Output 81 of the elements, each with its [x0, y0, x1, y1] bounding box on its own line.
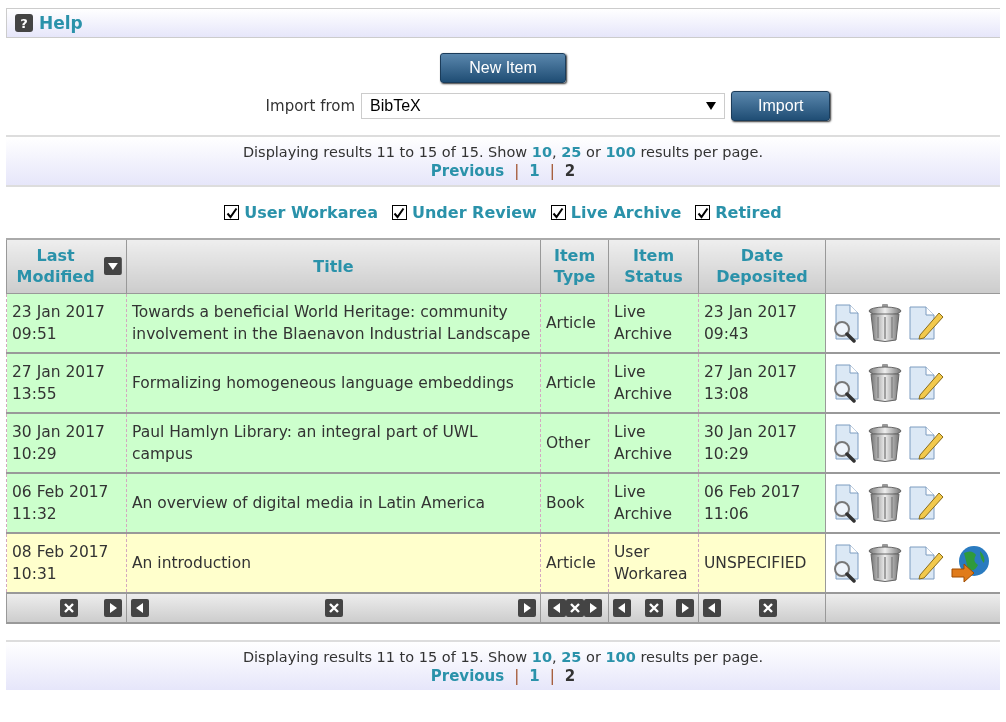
trash-can-icon[interactable] — [868, 302, 902, 343]
table-cell: Live Archive — [608, 472, 699, 533]
page-separator: | — [549, 162, 555, 180]
column-header[interactable]: Date Deposited — [698, 239, 826, 293]
table-cell: Other — [540, 412, 609, 473]
results-summary: Displaying results 11 to 15 of 15. Show 10, 25 or 100 results per page. — [242, 648, 764, 665]
sort-descending-icon[interactable] — [104, 257, 122, 276]
trash-can-icon[interactable] — [868, 362, 902, 403]
trash-can-icon[interactable] — [868, 422, 902, 463]
filter-label[interactable]: Live Archive — [570, 203, 682, 222]
filter-checkbox[interactable] — [550, 205, 566, 220]
page-size-link[interactable]: 10 — [531, 648, 553, 665]
current-page[interactable]: 2 — [564, 666, 576, 685]
filter-label[interactable]: Retired — [715, 203, 782, 222]
move-right-icon[interactable] — [104, 598, 122, 617]
table-cell: Live Archive — [608, 293, 699, 353]
import-format-select[interactable]: BibTeX — [361, 93, 726, 119]
move-left-icon[interactable] — [131, 598, 149, 617]
table-cell: 06 Feb 2017 11:32 — [6, 472, 127, 533]
page-link[interactable]: Previous — [430, 666, 505, 685]
table-cell: 08 Feb 2017 10:31 — [6, 532, 127, 593]
table-cell: An introduction — [126, 532, 541, 593]
table-cell: Formalizing homogeneous language embeddings — [126, 352, 541, 413]
remove-column-icon[interactable] — [759, 598, 777, 617]
table-cell: 30 Jan 2017 10:29 — [698, 412, 826, 473]
move-left-icon[interactable] — [703, 598, 721, 617]
table-cell: Article — [540, 293, 609, 353]
current-page[interactable]: 2 — [564, 162, 576, 180]
filter-checkbox[interactable] — [695, 205, 711, 220]
page-size-link[interactable]: 25 — [561, 144, 582, 160]
column-header[interactable]: Item Status — [608, 239, 699, 293]
table-cell: 30 Jan 2017 10:29 — [6, 412, 127, 473]
table-cell: 23 Jan 2017 09:43 — [698, 293, 826, 353]
page-separator: | — [549, 666, 555, 685]
table-cell: Towards a beneficial World Heritage: community involvement in the Blaenavon Industrial Landscape — [126, 293, 541, 353]
table-cell: UNSPECIFIED — [698, 532, 826, 593]
trash-can-icon[interactable] — [868, 542, 902, 583]
table-cell: Book — [540, 472, 609, 533]
import-label: Import from — [265, 97, 356, 115]
table-cell: Live Archive — [608, 352, 699, 413]
move-right-icon[interactable] — [583, 598, 602, 617]
results-summary: Displaying results 11 to 15 of 15. Show 10, 25 or 100 results per page. — [242, 144, 764, 160]
help-link[interactable]: Help — [39, 13, 83, 33]
page-size-link[interactable]: 100 — [605, 144, 636, 160]
page-separator: | — [514, 162, 520, 180]
page-size-link[interactable]: 25 — [561, 648, 582, 665]
remove-column-icon[interactable] — [60, 598, 78, 617]
move-left-icon[interactable] — [547, 598, 566, 617]
remove-column-icon[interactable] — [644, 598, 663, 617]
move-left-icon[interactable] — [613, 598, 631, 617]
remove-column-icon[interactable] — [324, 598, 343, 617]
table-cell: Paul Hamlyn Library: an integral part of UWL campus — [126, 412, 541, 473]
filter-label[interactable]: User Workarea — [244, 203, 378, 222]
page-size-link[interactable]: 100 — [605, 648, 636, 665]
page-link[interactable]: 1 — [529, 666, 540, 685]
page-size-link[interactable]: 10 — [531, 144, 553, 160]
table-cell: Article — [540, 352, 609, 413]
move-right-icon[interactable] — [518, 598, 536, 617]
column-header[interactable]: Last Modified — [6, 239, 127, 293]
table-cell: 27 Jan 2017 13:55 — [6, 352, 127, 413]
page-link[interactable]: Previous — [430, 162, 505, 180]
new-item-button[interactable]: New Item — [440, 53, 566, 83]
table-cell: Article — [540, 532, 609, 593]
caret-icon — [706, 102, 717, 110]
move-right-icon[interactable] — [676, 598, 694, 617]
table-cell: 23 Jan 2017 09:51 — [6, 293, 127, 353]
column-header[interactable]: Title — [126, 239, 541, 293]
table-cell: Live Archive — [608, 412, 699, 473]
trash-can-icon[interactable] — [868, 482, 902, 523]
table-cell: 06 Feb 2017 11:06 — [698, 472, 826, 533]
page-link[interactable]: 1 — [529, 162, 540, 180]
filter-checkbox[interactable] — [391, 205, 407, 220]
page-separator: | — [514, 666, 520, 685]
filter-checkbox[interactable] — [224, 205, 240, 220]
column-header[interactable]: Item Type — [540, 239, 609, 293]
table-cell: An overview of digital media in Latin America — [126, 472, 541, 533]
help-icon[interactable]: ? — [15, 14, 33, 32]
filter-label[interactable]: Under Review — [411, 203, 537, 222]
table-cell: 27 Jan 2017 13:08 — [698, 352, 826, 413]
import-button[interactable]: Import — [731, 91, 831, 121]
table-cell: User Workarea — [608, 532, 699, 593]
